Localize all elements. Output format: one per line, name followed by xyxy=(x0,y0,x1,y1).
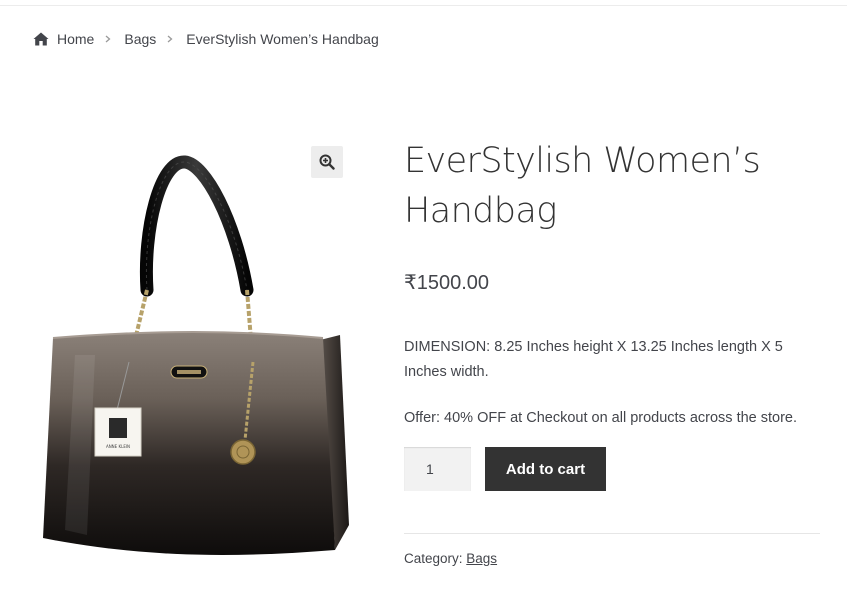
product-image[interactable]: ANNE KLEIN xyxy=(35,140,355,560)
handbag-image: ANNE KLEIN xyxy=(43,155,349,555)
product-meta: Category: Bags xyxy=(404,551,497,566)
header-bottom-border xyxy=(0,5,847,6)
product-summary: EverStylish Women’s Handbag xyxy=(404,136,824,236)
category-label: Category: xyxy=(404,551,467,566)
zoom-in-icon xyxy=(319,154,335,170)
breadcrumb-bags-link[interactable]: Bags xyxy=(124,31,156,47)
breadcrumb-home-link[interactable]: Home xyxy=(57,31,94,47)
chevron-right-icon xyxy=(105,35,111,43)
product-title: EverStylish Women’s Handbag xyxy=(404,136,824,236)
category-link[interactable]: Bags xyxy=(466,551,497,566)
add-to-cart-button[interactable]: Add to cart xyxy=(485,447,606,491)
product-offer: Offer: 40% OFF at Checkout on all produc… xyxy=(404,410,798,426)
chevron-right-icon xyxy=(167,35,173,43)
meta-divider xyxy=(404,533,820,534)
home-icon xyxy=(33,32,49,46)
product-price: ₹1500.00 xyxy=(404,272,490,294)
product-title-line1: EverStylish Women’s xyxy=(404,141,761,181)
tag-brand-text: ANNE KLEIN xyxy=(106,444,130,449)
zoom-button[interactable] xyxy=(311,146,343,178)
product-title-line2: Handbag xyxy=(404,191,557,231)
breadcrumb: Home Bags EverStylish Women’s Handbag xyxy=(33,31,379,47)
product-description: DIMENSION: 8.25 Inches height X 13.25 In… xyxy=(404,339,783,380)
quantity-input[interactable] xyxy=(404,447,471,491)
breadcrumb-current: EverStylish Women’s Handbag xyxy=(186,31,379,47)
